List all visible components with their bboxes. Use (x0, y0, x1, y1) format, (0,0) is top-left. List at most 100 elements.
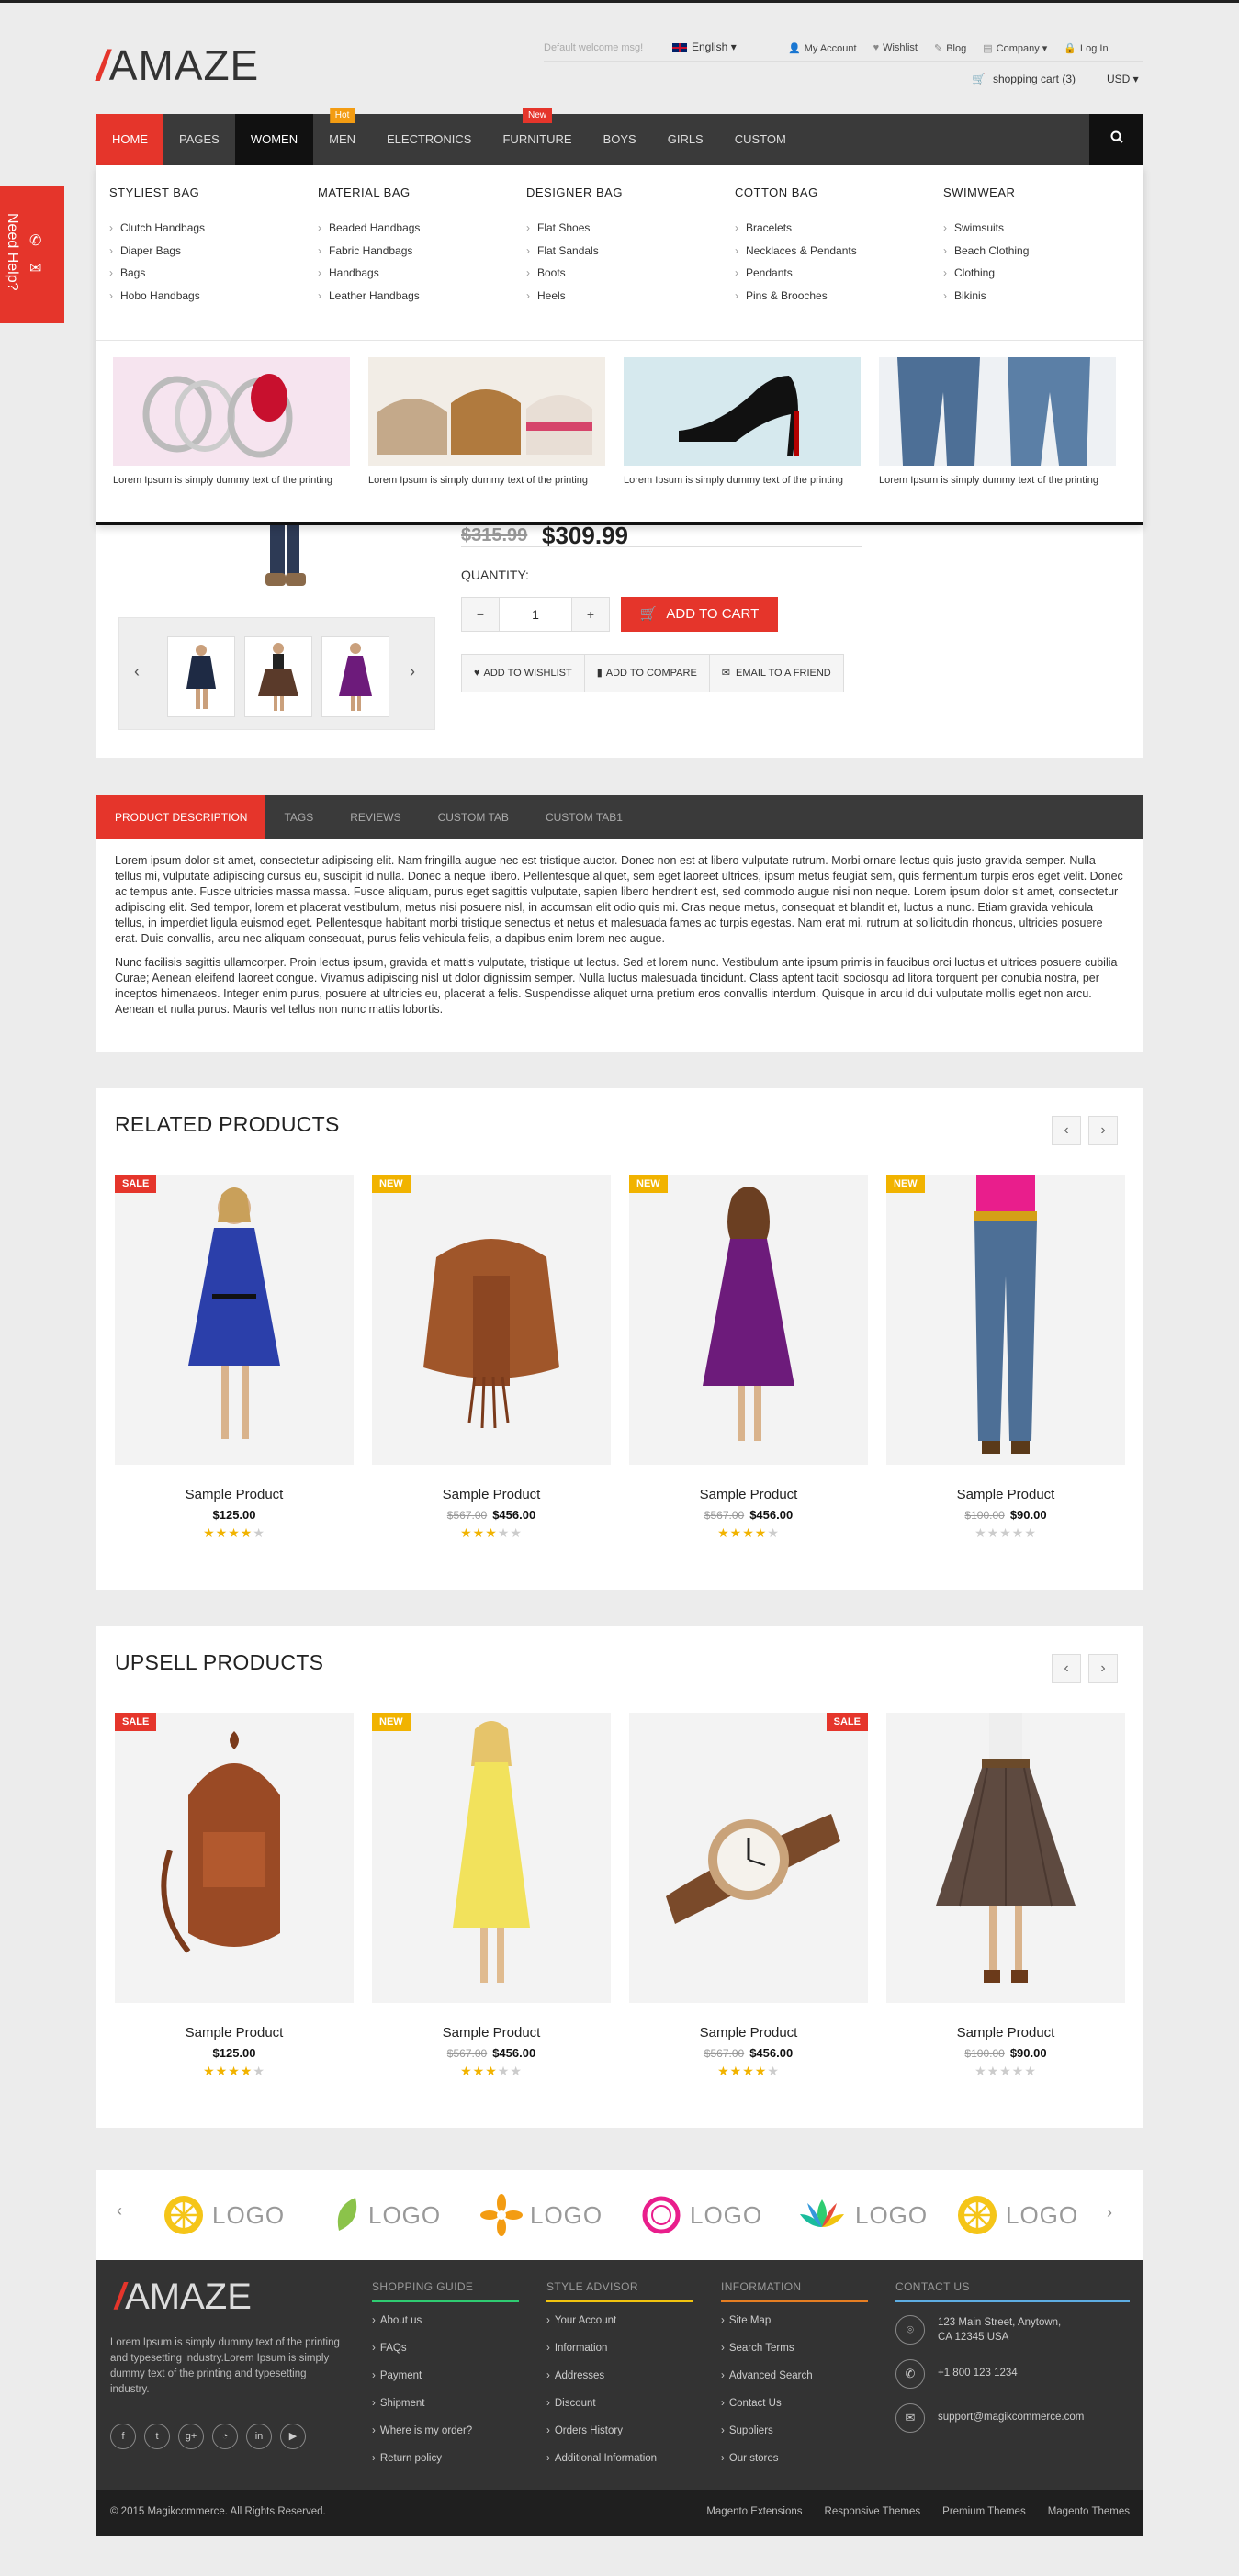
nav-item-pages[interactable]: PAGES (163, 114, 235, 165)
footer-link[interactable]: Addresses (546, 2370, 693, 2398)
mega-menu-link[interactable]: Beach Clothing (943, 244, 1152, 267)
quantity-minus-button[interactable]: − (462, 598, 499, 631)
footer-link[interactable]: Shipment (372, 2398, 519, 2425)
mega-menu-link[interactable]: Diaper Bags (109, 244, 318, 267)
product-image[interactable]: NEW (629, 1175, 868, 1465)
product-image[interactable] (886, 1713, 1125, 2003)
upsell-next-button[interactable]: › (1088, 1654, 1118, 1683)
nav-item-girls[interactable]: GIRLS (652, 114, 719, 165)
mega-menu-link[interactable]: Bracelets (735, 221, 943, 244)
wishlist-link[interactable]: ♥ Wishlist (873, 42, 918, 54)
my-account-link[interactable]: 👤 My Account (788, 42, 857, 54)
mega-column-title[interactable]: DESIGNER BAG (526, 186, 735, 199)
product-image[interactable]: NEW (372, 1713, 611, 2003)
product-image[interactable]: SALE (115, 1175, 354, 1465)
quantity-input[interactable]: 1 (499, 598, 572, 631)
brand-prev-icon[interactable]: ‹ (117, 2201, 122, 2221)
mega-menu-link[interactable]: Swimsuits (943, 221, 1152, 244)
related-next-button[interactable]: › (1088, 1116, 1118, 1145)
thumbnail[interactable] (167, 636, 235, 717)
product-image[interactable]: NEW (886, 1175, 1125, 1465)
product-main-image[interactable] (118, 525, 435, 617)
mega-menu-link[interactable]: Clothing (943, 266, 1152, 289)
product-name[interactable]: Sample Product (886, 2025, 1125, 2041)
product-name[interactable]: Sample Product (886, 1487, 1125, 1502)
footer-link[interactable]: Contact Us (721, 2398, 868, 2425)
shopping-cart-link[interactable]: 🛒 shopping cart (3) (972, 73, 1076, 85)
contact-email[interactable]: ✉ support@magikcommerce.com (895, 2403, 1130, 2433)
mega-menu-link[interactable]: Boots (526, 266, 735, 289)
footer-link[interactable]: Your Account (546, 2315, 693, 2343)
upsell-prev-button[interactable]: ‹ (1052, 1654, 1081, 1683)
footer-link[interactable]: Payment (372, 2370, 519, 2398)
footer-link[interactable]: Where is my order? (372, 2425, 519, 2453)
product-card[interactable]: SALE Sample Product $567.00 $456.00 ★★★★★ (629, 1713, 868, 2079)
language-selector[interactable]: English ▾ (672, 40, 737, 53)
footer-link[interactable]: About us (372, 2315, 519, 2343)
add-to-compare-button[interactable]: ▮ ADD TO COMPARE (585, 655, 710, 692)
rss-icon[interactable]: ◔ (212, 2424, 238, 2449)
mega-menu-link[interactable]: Pins & Brooches (735, 289, 943, 312)
product-name[interactable]: Sample Product (372, 2025, 611, 2041)
footer-link[interactable]: Information (546, 2343, 693, 2370)
blog-link[interactable]: ✎ Blog (934, 42, 966, 54)
product-image[interactable]: SALE (629, 1713, 868, 2003)
twitter-icon[interactable]: t (144, 2424, 170, 2449)
related-prev-button[interactable]: ‹ (1052, 1116, 1081, 1145)
footer-link[interactable]: Advanced Search (721, 2370, 868, 2398)
need-help-tab[interactable]: Need Help? ✆ ✉ (0, 186, 64, 323)
promo-shoes[interactable]: Lorem Ipsum is simply dummy text of the … (624, 357, 861, 488)
brand-logo[interactable]: LOGO (796, 2190, 928, 2240)
thumb-prev-icon[interactable]: ‹ (134, 662, 140, 681)
mega-column-title[interactable]: STYLIEST BAG (109, 186, 318, 199)
promo-bags[interactable]: Lorem Ipsum is simply dummy text of the … (368, 357, 605, 488)
mega-column-title[interactable]: SWIMWEAR (943, 186, 1152, 199)
nav-item-men[interactable]: Hot MEN (313, 108, 371, 165)
google-plus-icon[interactable]: g+ (178, 2424, 204, 2449)
product-image[interactable]: SALE (115, 1713, 354, 2003)
brand-logo[interactable]: LOGO (480, 2190, 603, 2240)
product-name[interactable]: Sample Product (372, 1487, 611, 1502)
mega-menu-link[interactable]: Beaded Handbags (318, 221, 526, 244)
nav-item-electronics[interactable]: ELECTRONICS (371, 114, 487, 165)
product-name[interactable]: Sample Product (115, 1487, 354, 1502)
footer-link[interactable]: Magento Themes (1048, 2506, 1130, 2517)
footer-logo[interactable]: /AMAZE (115, 2277, 252, 2318)
tab-custom1[interactable]: CUSTOM TAB1 (527, 795, 641, 839)
add-to-wishlist-button[interactable]: ♥ ADD TO WISHLIST (462, 655, 585, 692)
thumbnail[interactable] (244, 636, 312, 717)
footer-link[interactable]: FAQs (372, 2343, 519, 2370)
tab-product-description[interactable]: PRODUCT DESCRIPTION (96, 795, 266, 839)
footer-link[interactable]: Magento Extensions (706, 2506, 802, 2517)
mega-menu-link[interactable]: Handbags (318, 266, 526, 289)
thumbnail[interactable] (321, 636, 389, 717)
promo-jeans[interactable]: Lorem Ipsum is simply dummy text of the … (879, 357, 1116, 488)
mega-menu-link[interactable]: Clutch Handbags (109, 221, 318, 244)
mega-menu-link[interactable]: Leather Handbags (318, 289, 526, 312)
product-card[interactable]: SALE Sample Product $125.00 ★★★★★ (115, 1175, 354, 1541)
login-link[interactable]: 🔒 Log In (1064, 42, 1108, 54)
mega-menu-link[interactable]: Flat Sandals (526, 244, 735, 267)
footer-link[interactable]: Site Map (721, 2315, 868, 2343)
mega-menu-link[interactable]: Bikinis (943, 289, 1152, 312)
product-image[interactable]: NEW (372, 1175, 611, 1465)
mega-menu-link[interactable]: Bags (109, 266, 318, 289)
footer-link[interactable]: Suppliers (721, 2425, 868, 2453)
currency-selector[interactable]: USD ▾ (1107, 73, 1139, 85)
brand-logo[interactable]: LOGO (163, 2190, 285, 2240)
product-name[interactable]: Sample Product (629, 1487, 868, 1502)
quantity-plus-button[interactable]: + (572, 598, 609, 631)
mega-menu-link[interactable]: Hobo Handbags (109, 289, 318, 312)
nav-item-boys[interactable]: BOYS (588, 114, 652, 165)
mega-column-title[interactable]: COTTON BAG (735, 186, 943, 199)
product-card[interactable]: NEW Sample Product $100.00 $90.00 ★★★★★ (886, 1175, 1125, 1541)
nav-item-furniture[interactable]: New FURNITURE (487, 108, 587, 165)
tab-custom[interactable]: CUSTOM TAB (420, 795, 527, 839)
product-card[interactable]: Sample Product $100.00 $90.00 ★★★★★ (886, 1713, 1125, 2079)
mega-menu-link[interactable]: Heels (526, 289, 735, 312)
site-logo[interactable]: /AMAZE (96, 40, 259, 90)
mega-menu-link[interactable]: Necklaces & Pendants (735, 244, 943, 267)
promo-rings[interactable]: Lorem Ipsum is simply dummy text of the … (113, 357, 350, 488)
product-name[interactable]: Sample Product (629, 2025, 868, 2041)
footer-link[interactable]: Return policy (372, 2453, 519, 2480)
